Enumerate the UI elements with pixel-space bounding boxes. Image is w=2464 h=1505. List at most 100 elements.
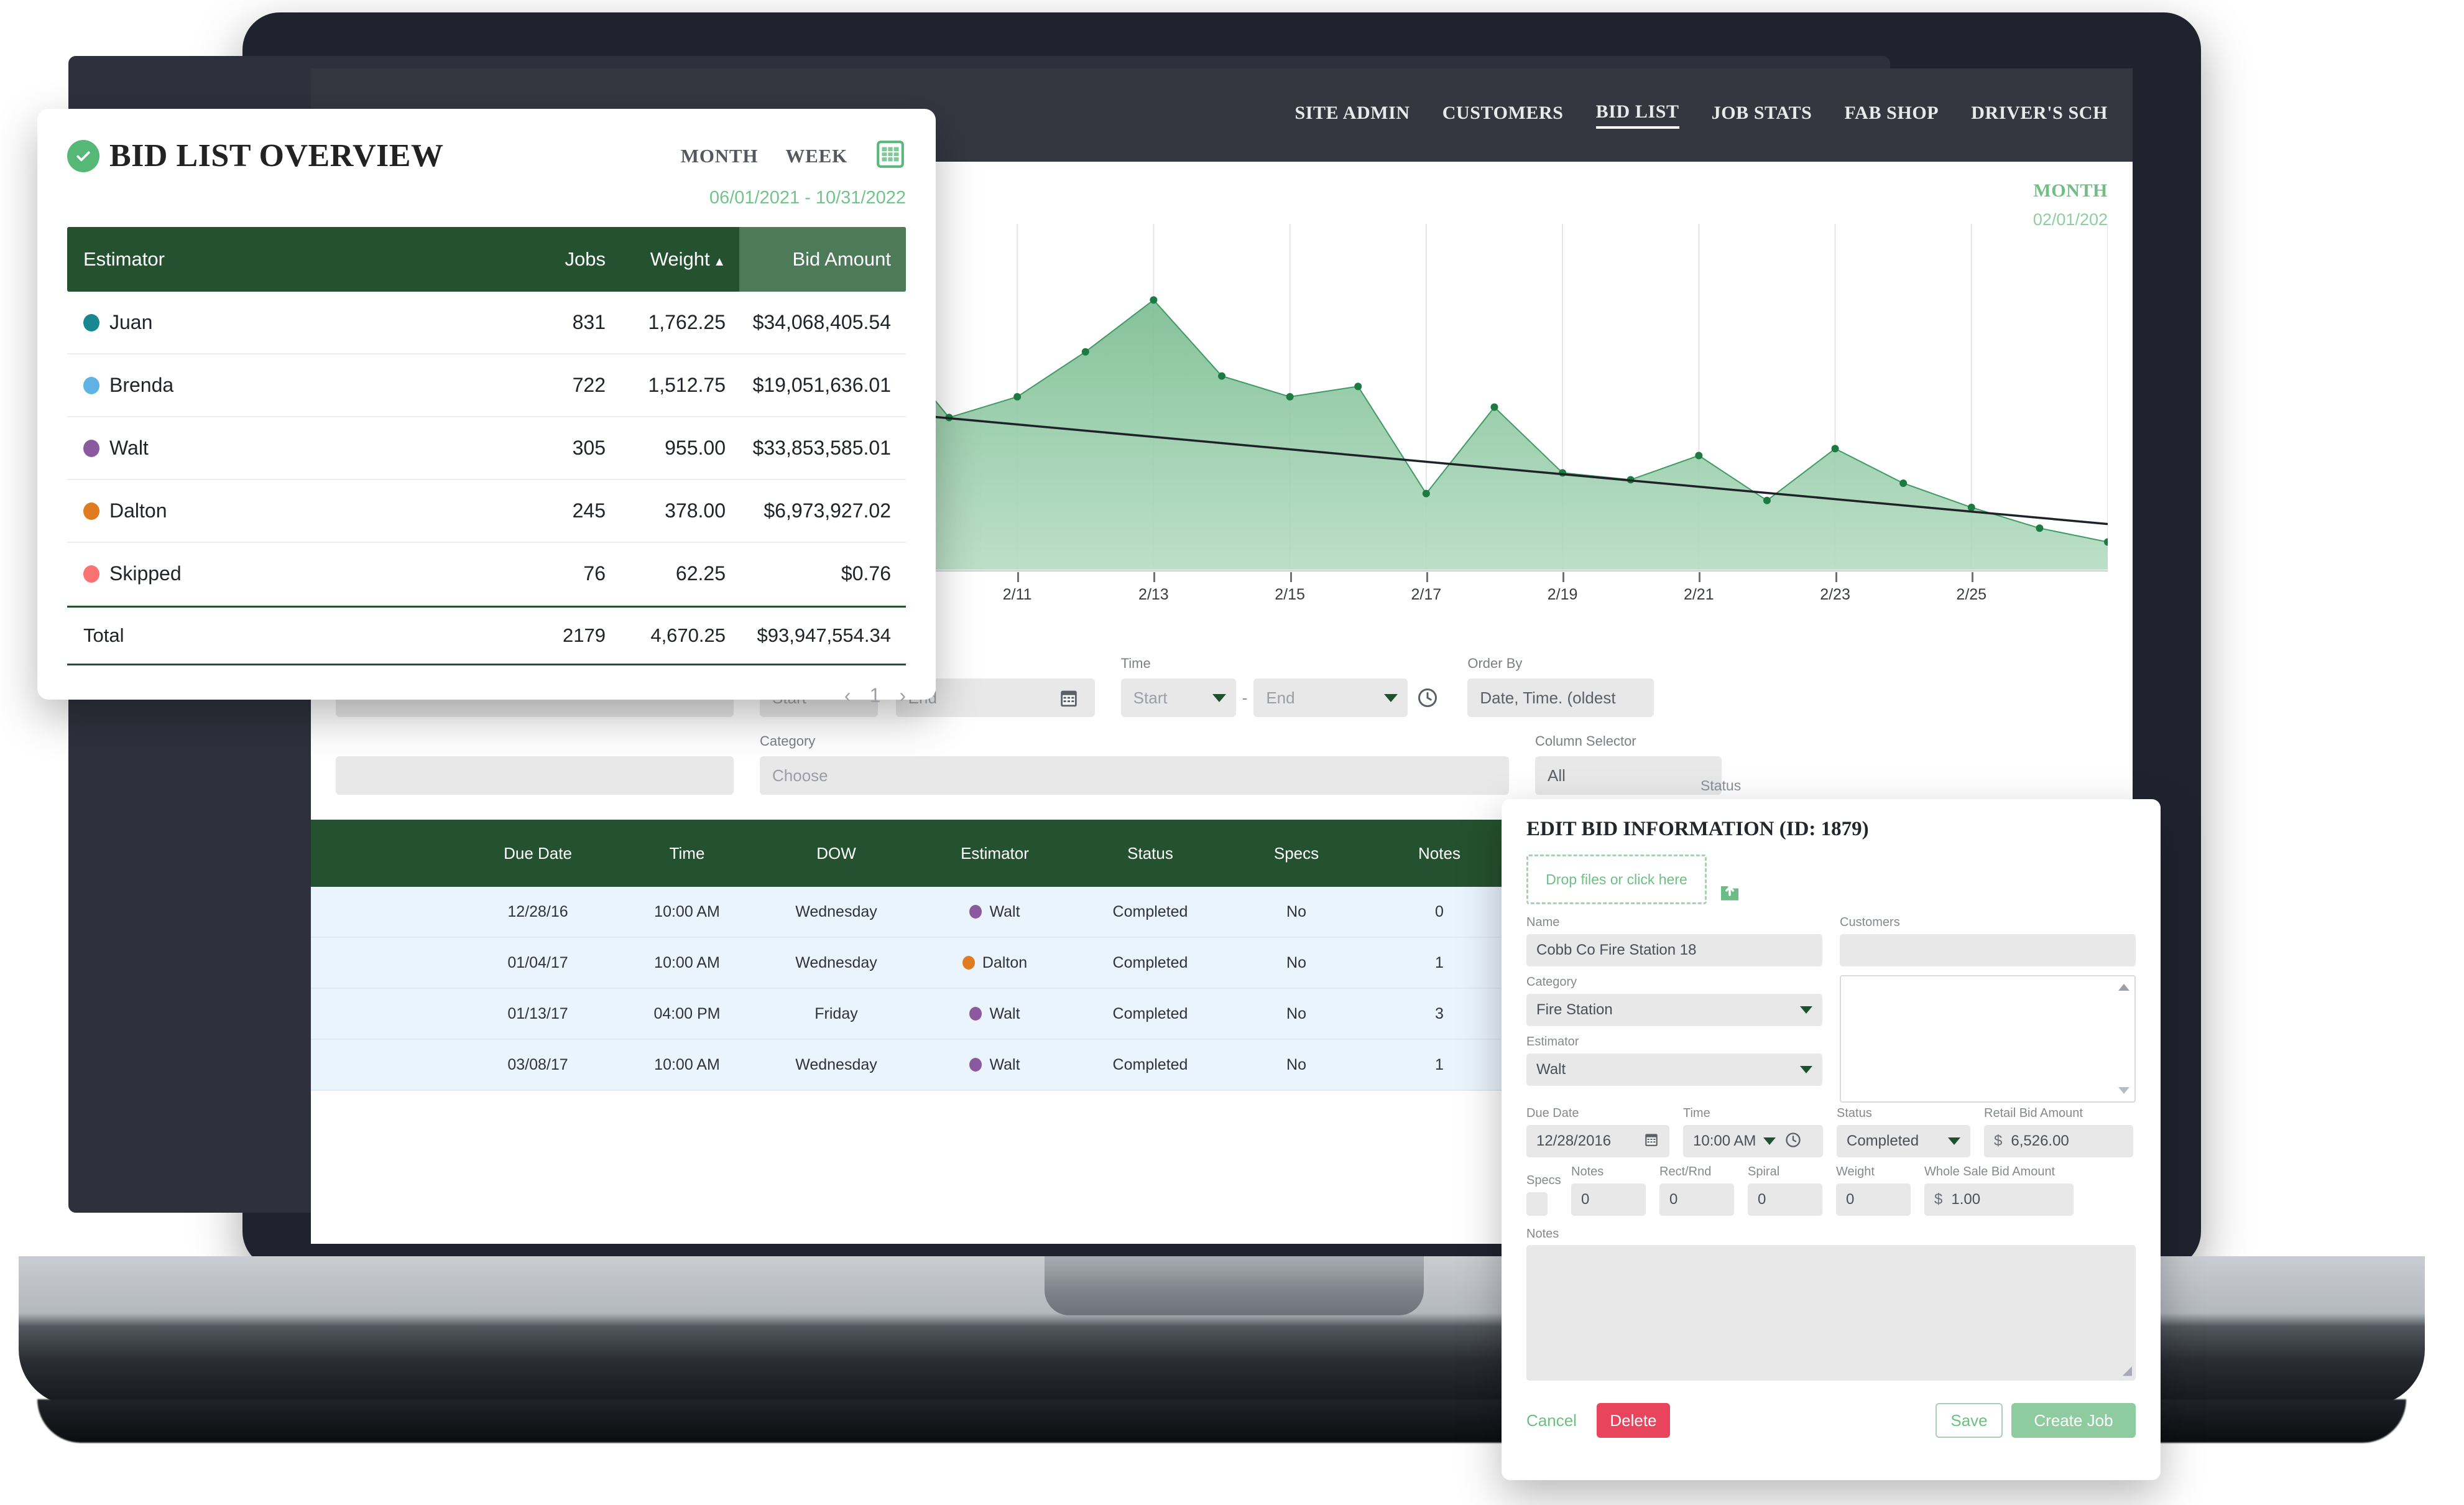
col-header-estimator[interactable]: Estimator (914, 844, 1076, 863)
specs-checkbox[interactable] (1526, 1192, 1548, 1216)
cell-status: Completed (1076, 1005, 1225, 1023)
x-axis-tick (1017, 572, 1019, 582)
chevron-down-icon (1384, 694, 1398, 702)
filter-blank-input-2[interactable] (336, 756, 734, 795)
col-header-dow[interactable]: DOW (759, 844, 914, 863)
overview-row-weight: 378.00 (606, 499, 739, 522)
chart-period-label[interactable]: MONTH (2033, 180, 2108, 201)
retail-bid-amount-input[interactable]: $ 6,526.00 (1984, 1125, 2133, 1157)
scroll-down-icon[interactable] (2118, 1087, 2129, 1094)
name-input[interactable]: Cobb Co Fire Station 18 (1526, 934, 1822, 966)
estimator-name: Dalton (109, 499, 167, 522)
nav-item-job-stats[interactable]: JOB STATS (1712, 103, 1812, 127)
time-select[interactable]: 10:00 AM (1683, 1125, 1823, 1157)
overview-total-row: Total 2179 4,670.25 $93,947,554.34 (67, 606, 906, 665)
overview-row-bid-amount: $19,051,636.01 (739, 374, 906, 397)
col-header-due-date[interactable]: Due Date (460, 844, 616, 863)
cell-specs: No (1225, 903, 1368, 921)
col-header-time[interactable]: Time (616, 844, 759, 863)
notes-count-label: Notes (1571, 1165, 1646, 1179)
x-axis-label: 2/23 (1820, 586, 1850, 604)
due-date-input[interactable]: 12/28/2016 (1526, 1125, 1669, 1157)
filter-time: Time Start - End (1121, 655, 1442, 717)
laptop-notch (1045, 1256, 1424, 1315)
create-job-button[interactable]: Create Job (2011, 1403, 2136, 1438)
overview-row-estimator: Brenda (67, 374, 500, 397)
notes-textarea[interactable]: ◢ (1526, 1245, 2136, 1381)
nav-item-customers[interactable]: CUSTOMERS (1442, 103, 1564, 127)
nav-item-drivers-schedule[interactable]: DRIVER'S SCH (1971, 103, 2108, 127)
nav-item-bid-list[interactable]: BID LIST (1596, 101, 1679, 129)
overview-table-row[interactable]: Skipped7662.25$0.76 (67, 543, 906, 606)
scroll-up-icon[interactable] (2118, 984, 2129, 991)
pager-page-number[interactable]: 1 (870, 684, 881, 707)
overview-table-row[interactable]: Juan8311,762.25$34,068,405.54 (67, 292, 906, 354)
file-dropzone[interactable]: Drop files or click here (1526, 854, 1707, 904)
clock-icon[interactable] (1784, 1131, 1802, 1152)
field-status: Status Completed (1837, 1106, 1970, 1157)
notes-count-input[interactable]: 0 (1571, 1183, 1646, 1216)
estimator-select[interactable]: Walt (1526, 1054, 1822, 1086)
col-header-notes[interactable]: Notes (1368, 844, 1511, 863)
col-header-specs[interactable]: Specs (1225, 844, 1368, 863)
cell-dow: Friday (759, 1005, 914, 1023)
overview-table-row[interactable]: Walt305955.00$33,853,585.01 (67, 417, 906, 480)
overview-total-bid-amount: $93,947,554.34 (739, 624, 906, 647)
customers-input[interactable] (1840, 934, 2136, 966)
col-header-status[interactable]: Status (1076, 844, 1225, 863)
overview-col-jobs[interactable]: Jobs (500, 248, 606, 271)
x-axis-tick (1426, 572, 1428, 582)
retail-bid-amount-label: Retail Bid Amount (1984, 1106, 2133, 1121)
overview-table-row[interactable]: Brenda7221,512.75$19,051,636.01 (67, 354, 906, 417)
spiral-input[interactable]: 0 (1748, 1183, 1822, 1216)
delete-button[interactable]: Delete (1597, 1403, 1670, 1438)
overview-table-row[interactable]: Dalton245378.00$6,973,927.02 (67, 480, 906, 543)
rect-rnd-input[interactable]: 0 (1659, 1183, 1734, 1216)
x-axis-label: 2/13 (1138, 586, 1169, 604)
weight-input[interactable]: 0 (1836, 1183, 1911, 1216)
edit-panel-footer: Cancel Delete Save Create Job (1526, 1403, 2136, 1438)
upload-icon[interactable] (1717, 877, 1743, 904)
cell-status: Completed (1076, 903, 1225, 921)
calendar-icon[interactable] (1643, 1131, 1659, 1152)
estimator-name: Skipped (109, 562, 182, 585)
overview-week-button[interactable]: WEEK (785, 145, 847, 167)
customers-list-box[interactable] (1840, 975, 2136, 1103)
whole-sale-bid-amount-input[interactable]: $ 1.00 (1924, 1183, 2074, 1216)
overview-row-weight: 955.00 (606, 437, 739, 460)
pager-next-button[interactable]: › (899, 684, 906, 707)
category-select[interactable]: Choose (760, 756, 1509, 795)
overview-col-estimator[interactable]: Estimator (67, 248, 500, 271)
estimator-name: Walt (989, 1005, 1020, 1023)
clock-icon[interactable] (1414, 683, 1441, 713)
overview-col-weight[interactable]: Weight ▲ (606, 248, 739, 271)
time-start-select[interactable]: Start (1121, 678, 1236, 717)
field-retail-bid-amount: Retail Bid Amount $ 6,526.00 (1984, 1106, 2133, 1157)
edit-panel-dropzone-row: Drop files or click here (1526, 854, 2136, 904)
calendar-icon[interactable] (1055, 683, 1082, 713)
overview-col-bid-amount[interactable]: Bid Amount (739, 227, 906, 292)
estimator-name: Walt (989, 1056, 1020, 1074)
x-axis-tick (1290, 572, 1292, 582)
chart-data-point (2036, 524, 2043, 532)
category-select[interactable]: Fire Station (1526, 994, 1822, 1026)
pager-prev-button[interactable]: ‹ (844, 684, 851, 707)
nav-item-site-admin[interactable]: SITE ADMIN (1294, 103, 1410, 127)
field-name: Name Cobb Co Fire Station 18 (1526, 915, 1822, 966)
spreadsheet-icon[interactable] (875, 139, 906, 173)
order-by-select[interactable]: Date, Time. (oldest (1467, 678, 1654, 717)
cell-dow: Wednesday (759, 954, 914, 972)
overview-pagination: ‹ 1 › (67, 684, 906, 707)
save-button[interactable]: Save (1936, 1403, 2003, 1438)
edit-panel-left-column: Name Cobb Co Fire Station 18 Category Fi… (1526, 915, 1822, 1103)
column-selector-select[interactable]: All (1535, 756, 1722, 795)
overview-row-jobs: 76 (500, 562, 606, 585)
overview-month-button[interactable]: MONTH (681, 145, 759, 167)
status-select[interactable]: Completed (1837, 1125, 1970, 1157)
field-spiral: Spiral 0 (1748, 1165, 1822, 1216)
cancel-button[interactable]: Cancel (1526, 1411, 1577, 1430)
field-estimator: Estimator Walt (1526, 1035, 1822, 1086)
time-end-select[interactable]: End (1253, 678, 1408, 717)
resize-grip-icon[interactable]: ◢ (2123, 1363, 2132, 1378)
nav-item-fab-shop[interactable]: FAB SHOP (1844, 103, 1939, 127)
